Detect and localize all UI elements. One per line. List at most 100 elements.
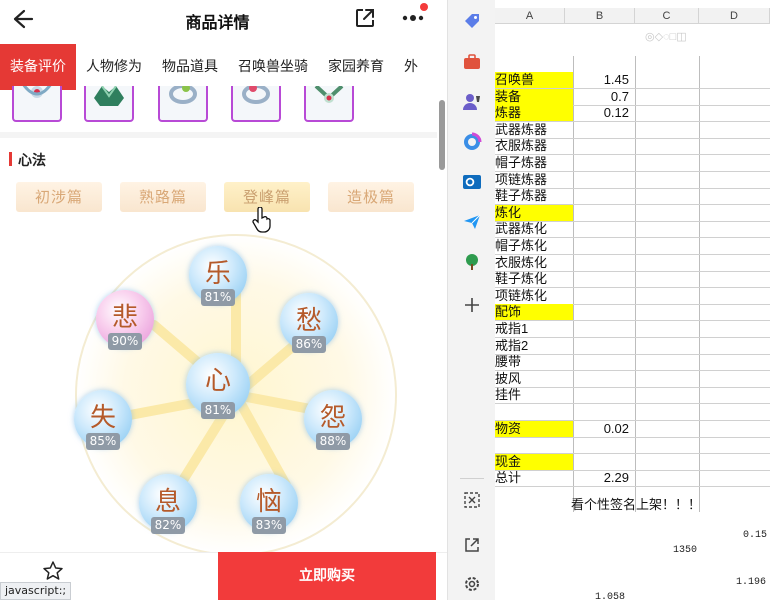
- buy-now-button[interactable]: 立即购买: [218, 552, 436, 600]
- settings-gear-icon[interactable]: [462, 574, 482, 594]
- cell-a[interactable]: 总计: [495, 470, 573, 486]
- cell-a[interactable]: 帽子炼器: [495, 155, 573, 171]
- grid-line: [495, 486, 770, 487]
- emotion-glyph: 恼: [255, 487, 282, 517]
- cell-a[interactable]: 挂件: [495, 387, 573, 403]
- chapter-button-ultimate[interactable]: 造极篇: [328, 182, 414, 212]
- tab-equipment-evaluation[interactable]: 装备评价: [0, 44, 76, 90]
- equipment-item[interactable]: [231, 86, 281, 122]
- cell-b[interactable]: 2.29: [573, 470, 635, 486]
- tab-items[interactable]: 物品道具: [152, 44, 228, 90]
- cell-b[interactable]: [573, 437, 635, 453]
- cell-value[interactable]: 1350: [673, 545, 697, 556]
- equipment-item[interactable]: [12, 86, 62, 122]
- cell-b[interactable]: [573, 288, 635, 304]
- cell-a[interactable]: 鞋子炼化: [495, 271, 573, 287]
- cell-a[interactable]: 披风: [495, 371, 573, 387]
- cell-a[interactable]: 帽子炼化: [495, 238, 573, 254]
- screenshot-icon[interactable]: [462, 490, 482, 510]
- emotion-loss[interactable]: 失 85%: [74, 390, 132, 450]
- cell-value[interactable]: 0.15: [743, 530, 767, 541]
- chapter-button-familiar[interactable]: 熟路篇: [120, 182, 206, 212]
- cell-b[interactable]: [573, 155, 635, 171]
- column-header-c[interactable]: C: [635, 8, 699, 24]
- cell-b[interactable]: [573, 371, 635, 387]
- equipment-item[interactable]: [304, 86, 354, 122]
- cell-a[interactable]: 武器炼器: [495, 122, 573, 138]
- cell-a[interactable]: 现金: [495, 454, 573, 470]
- cell-b[interactable]: [573, 387, 635, 403]
- cell-a[interactable]: 项链炼器: [495, 172, 573, 188]
- tag-icon[interactable]: [462, 12, 482, 32]
- cell-a[interactable]: 武器炼化: [495, 221, 573, 237]
- cell-a[interactable]: 腰带: [495, 354, 573, 370]
- tab-summons-mounts[interactable]: 召唤兽坐骑: [228, 44, 318, 90]
- cell-a[interactable]: [495, 437, 573, 453]
- cell-b[interactable]: 0.7: [573, 89, 635, 105]
- cell-a[interactable]: 装备: [495, 89, 573, 105]
- toolbox-icon[interactable]: [462, 52, 482, 72]
- tab-more-partial[interactable]: 外: [394, 44, 428, 90]
- share-icon[interactable]: [354, 7, 376, 29]
- emotion-resentment[interactable]: 怨 88%: [304, 390, 362, 450]
- column-header-b[interactable]: B: [565, 8, 635, 24]
- cell-b[interactable]: [573, 138, 635, 154]
- cell-b[interactable]: [573, 321, 635, 337]
- add-icon[interactable]: [462, 295, 482, 315]
- cell-b[interactable]: [573, 172, 635, 188]
- cell-a[interactable]: 项链炼化: [495, 288, 573, 304]
- cell-b[interactable]: 0.02: [573, 421, 635, 437]
- listing-banner-text[interactable]: 看个性签名上架！！！: [571, 494, 701, 513]
- column-header-a[interactable]: A: [495, 8, 565, 24]
- cell-b[interactable]: [573, 122, 635, 138]
- cell-b[interactable]: [573, 354, 635, 370]
- cell-b[interactable]: [573, 188, 635, 204]
- emotion-annoyance[interactable]: 恼 83%: [240, 474, 298, 534]
- tab-character-cultivation[interactable]: 人物修为: [76, 44, 152, 90]
- column-header-d[interactable]: D: [699, 8, 770, 24]
- cell-a[interactable]: 召唤兽: [495, 72, 573, 88]
- cell-b[interactable]: [573, 338, 635, 354]
- cell-a[interactable]: 鞋子炼器: [495, 188, 573, 204]
- favorite-star-icon[interactable]: [42, 560, 64, 582]
- cell-b[interactable]: [573, 454, 635, 470]
- cell-value[interactable]: 1.196: [736, 577, 766, 588]
- user-chess-icon[interactable]: [462, 92, 482, 112]
- watermark-icon: ◎◇◌□◫: [645, 31, 687, 43]
- cell-b[interactable]: [573, 304, 635, 320]
- cell-a[interactable]: 戒指2: [495, 338, 573, 354]
- cell-a[interactable]: 衣服炼化: [495, 255, 573, 271]
- emotion-joy[interactable]: 乐 81%: [189, 246, 247, 306]
- cell-a[interactable]: 衣服炼器: [495, 138, 573, 154]
- cell-b[interactable]: 1.45: [573, 72, 635, 88]
- cell-a[interactable]: 炼化: [495, 205, 573, 221]
- cell-b[interactable]: [573, 271, 635, 287]
- equipment-item[interactable]: [158, 86, 208, 122]
- cell-b[interactable]: [573, 205, 635, 221]
- send-icon[interactable]: [462, 212, 482, 232]
- cell-a[interactable]: 炼器: [495, 105, 573, 121]
- open-external-icon[interactable]: [462, 535, 482, 555]
- cell-b[interactable]: [573, 238, 635, 254]
- emotion-heart[interactable]: 心 81%: [186, 353, 250, 419]
- chapter-button-beginner[interactable]: 初涉篇: [16, 182, 102, 212]
- equipment-item[interactable]: [84, 86, 134, 122]
- cell-b[interactable]: 0.12: [573, 105, 635, 121]
- cell-a[interactable]: 戒指1: [495, 321, 573, 337]
- emotion-worry[interactable]: 愁 86%: [280, 293, 338, 353]
- emotion-rest[interactable]: 息 82%: [139, 474, 197, 534]
- outlook-icon[interactable]: [462, 172, 482, 192]
- tree-icon[interactable]: [462, 252, 482, 272]
- cell-b[interactable]: [573, 255, 635, 271]
- tab-home-raising[interactable]: 家园养育: [318, 44, 394, 90]
- cell-b[interactable]: [573, 221, 635, 237]
- cell-a[interactable]: 配饰: [495, 304, 573, 320]
- cell-value[interactable]: 1.058: [595, 592, 625, 603]
- cell-b[interactable]: [573, 404, 635, 420]
- grid-line: [635, 56, 636, 512]
- scrollbar-thumb[interactable]: [439, 100, 445, 170]
- emotion-sorrow[interactable]: 悲 90%: [96, 290, 154, 350]
- cell-a[interactable]: [495, 404, 573, 420]
- cell-a[interactable]: 物资: [495, 421, 573, 437]
- copilot-icon[interactable]: [462, 132, 482, 152]
